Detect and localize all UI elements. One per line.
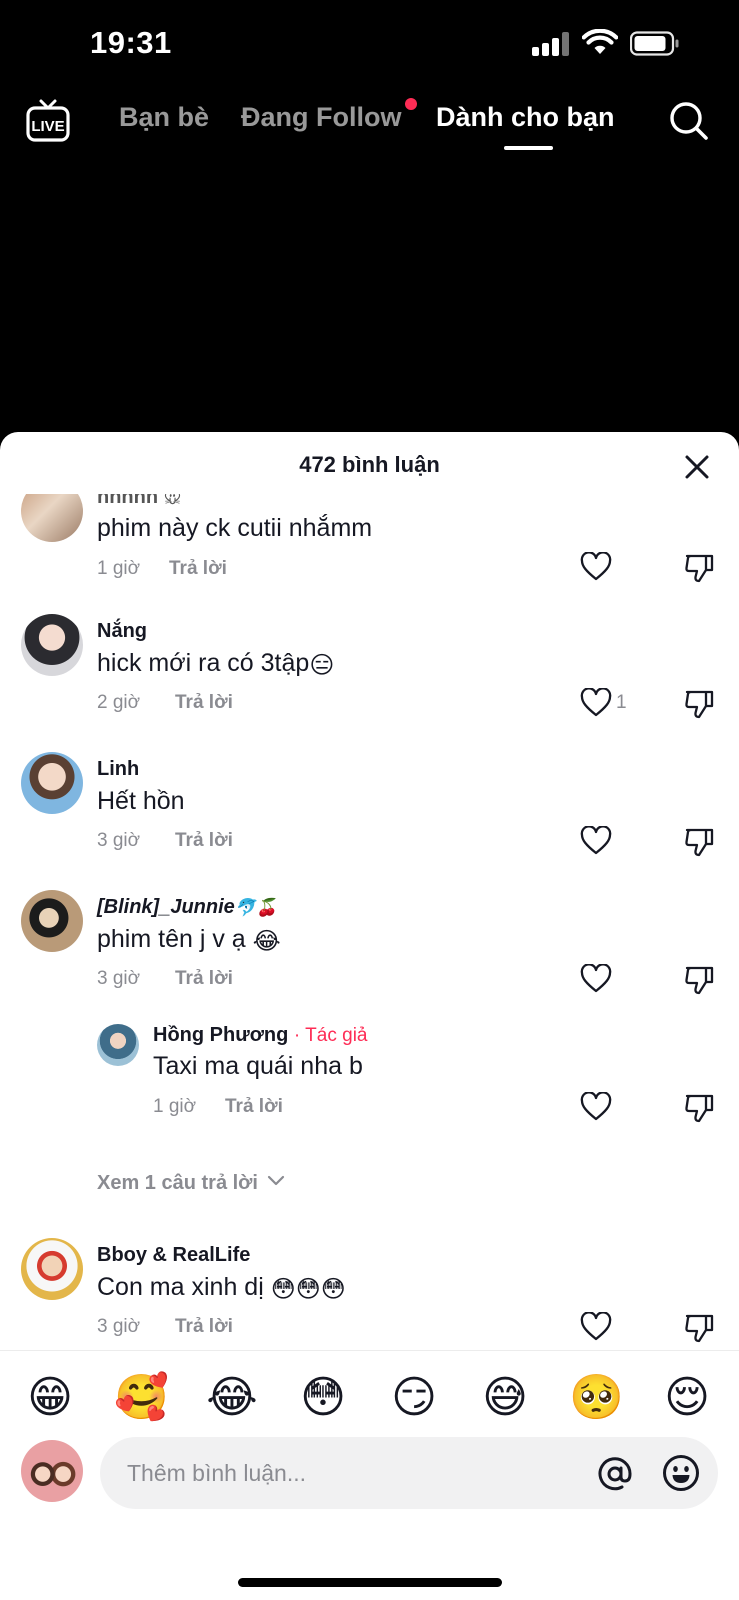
emoji-quick-bar: 😁 🥰 😂 😳 😏 😅 🥺 😌: [0, 1350, 739, 1446]
reply-button[interactable]: Trả lời: [175, 692, 233, 714]
comment-time: 3 giờ: [97, 1316, 141, 1337]
avatar[interactable]: [21, 494, 83, 542]
comment-username[interactable]: [Blink]_Junnie🐬🍒: [97, 896, 277, 919]
top-navigation: LIVE Bạn bè Đang Follow Dành cho bạn: [0, 90, 739, 160]
author-tag: · Tác giả: [293, 1025, 368, 1046]
dislike-icon[interactable]: [683, 1092, 715, 1124]
svg-text:LIVE: LIVE: [31, 118, 64, 135]
live-icon[interactable]: LIVE: [26, 98, 70, 144]
comment-username[interactable]: Nắng: [97, 620, 147, 643]
search-icon[interactable]: [668, 100, 710, 142]
comment-time: 2 giờ: [97, 692, 141, 713]
emoji-grin-button[interactable]: 😁: [23, 1371, 77, 1425]
avatar[interactable]: [21, 614, 83, 676]
comment-text: hick mới ra có 3tập😑: [97, 649, 335, 679]
tab-following[interactable]: Đang Follow: [241, 102, 401, 133]
dislike-icon[interactable]: [683, 964, 715, 996]
reply-button[interactable]: Trả lời: [169, 558, 227, 580]
following-notification-dot: [405, 98, 417, 110]
emoji-joy-button[interactable]: 😂: [205, 1371, 259, 1425]
my-avatar: [21, 1440, 83, 1502]
chevron-down-icon: [267, 1175, 284, 1186]
tab-friends[interactable]: Bạn bè: [119, 102, 209, 133]
comment-username[interactable]: Linh: [97, 758, 139, 781]
active-tab-indicator: [504, 146, 553, 150]
emoji-smirk-button[interactable]: 😏: [387, 1371, 441, 1425]
status-time: 19:31: [90, 25, 172, 60]
dislike-icon[interactable]: [683, 552, 715, 584]
like-heart-icon[interactable]: [580, 1092, 612, 1122]
comment-text: phim tên j v ạ 😂: [97, 925, 281, 955]
comments-list[interactable]: nnnnn 🐭 phim này ck cutii nhắmm 1 giờ Tr…: [0, 494, 739, 1357]
comment-time: 3 giờ: [97, 968, 141, 989]
comment-time: 1 giờ: [97, 558, 141, 579]
emoji-picker-icon[interactable]: [662, 1454, 700, 1492]
wifi-icon: [582, 29, 618, 54]
emoji-sweat-smile-button[interactable]: 😅: [478, 1371, 532, 1425]
comment-username[interactable]: nnnnn 🐭: [97, 494, 181, 509]
like-heart-icon[interactable]: [580, 964, 612, 994]
like-heart-icon[interactable]: [580, 1312, 612, 1342]
comments-sheet: 472 bình luận nnnnn 🐭 phim này ck cutii …: [0, 432, 739, 1600]
avatar[interactable]: [21, 1238, 83, 1300]
dislike-icon[interactable]: [683, 826, 715, 858]
reply-button[interactable]: Trả lời: [175, 830, 233, 852]
emoji-pleading-button[interactable]: 🥺: [569, 1371, 624, 1425]
comment-input-row: [0, 1437, 739, 1540]
mention-at-icon[interactable]: [597, 1456, 633, 1492]
reply-button[interactable]: Trả lời: [175, 1316, 233, 1338]
reply-time: 1 giờ: [153, 1096, 197, 1117]
comment-text: Hết hồn: [97, 787, 185, 815]
dislike-icon[interactable]: [683, 688, 715, 720]
close-icon[interactable]: [684, 454, 710, 480]
home-indicator: [238, 1578, 502, 1587]
emoji-hearts-button[interactable]: 🥰: [114, 1371, 169, 1425]
like-heart-icon[interactable]: [580, 826, 612, 856]
reply-username[interactable]: Hồng Phương · Tác giả: [153, 1024, 367, 1047]
avatar[interactable]: [21, 752, 83, 814]
status-bar: 19:31: [0, 0, 739, 90]
cellular-signal-icon: [532, 32, 570, 56]
comments-count-title: 472 bình luận: [299, 452, 440, 477]
emoji-flushed-button[interactable]: 😳: [296, 1371, 350, 1425]
reply-button[interactable]: Trả lời: [175, 968, 233, 990]
comment-username[interactable]: Bboy & RealLife: [97, 1244, 250, 1267]
comment-text: phim này ck cutii nhắmm: [97, 514, 373, 542]
battery-icon: [630, 31, 679, 56]
avatar[interactable]: [97, 1024, 139, 1066]
comment-time: 3 giờ: [97, 830, 141, 851]
like-heart-icon[interactable]: [580, 552, 612, 582]
like-heart-icon[interactable]: [580, 688, 612, 718]
view-more-replies-button[interactable]: Xem 1 câu trả lời: [97, 1172, 286, 1195]
like-count: 1: [616, 692, 627, 713]
avatar[interactable]: [21, 890, 83, 952]
dislike-icon[interactable]: [683, 1312, 715, 1344]
reply-text: Taxi ma quái nha b: [153, 1052, 363, 1080]
comment-text: Con ma xinh dị 😳😳😳: [97, 1273, 346, 1303]
emoji-relieved-button[interactable]: 😌: [660, 1371, 714, 1425]
reply-button[interactable]: Trả lời: [225, 1096, 283, 1118]
comments-header: 472 bình luận: [0, 432, 739, 494]
tab-for-you[interactable]: Dành cho bạn: [436, 102, 615, 133]
